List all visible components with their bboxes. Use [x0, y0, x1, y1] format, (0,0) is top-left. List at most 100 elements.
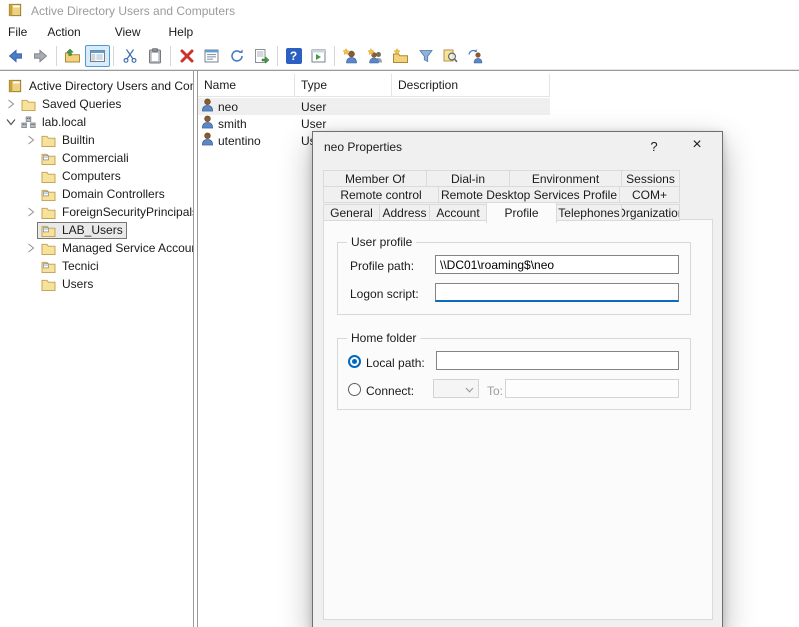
tree-item-label: Tecnici	[61, 259, 100, 273]
delete-icon[interactable]	[174, 45, 199, 67]
logon-script-input[interactable]	[435, 283, 679, 302]
dialog-tabs: Member Of Dial-in Environment Sessions R…	[323, 170, 681, 221]
chevron-right-icon[interactable]	[4, 98, 17, 111]
cut-icon[interactable]	[117, 45, 142, 67]
forward-icon[interactable]	[28, 45, 53, 67]
column-header-name[interactable]: Name	[198, 74, 295, 97]
tree-item-label: ForeignSecurityPrincipals	[61, 205, 194, 219]
list-cell-name: utentino	[218, 134, 261, 148]
tab-com-plus[interactable]: COM+	[619, 186, 680, 203]
user-icon	[201, 132, 214, 149]
chevron-right-icon[interactable]	[24, 134, 37, 147]
user-profile-groupbox: User profile Profile path: Logon script:	[337, 242, 691, 315]
close-icon[interactable]: ×	[687, 136, 707, 154]
paste-icon[interactable]	[142, 45, 167, 67]
menu-view[interactable]: View	[105, 23, 151, 41]
tree-item-label: Saved Queries	[41, 97, 122, 111]
connect-label: Connect:	[366, 384, 414, 398]
folder-icon	[40, 241, 56, 255]
toolbar-separator	[170, 46, 171, 66]
dialog-help-button[interactable]: ?	[645, 139, 663, 154]
connect-radio[interactable]	[348, 383, 361, 396]
tree-item-root[interactable]: Active Directory Users and Computers	[0, 77, 193, 95]
window-title: Active Directory Users and Computers	[31, 4, 235, 18]
tree-item-label: Domain Controllers	[61, 187, 166, 201]
new-window-icon[interactable]	[306, 45, 331, 67]
tab-address[interactable]: Address	[379, 204, 430, 221]
console-tree-pane: Active Directory Users and Computers Sav…	[0, 71, 194, 627]
tab-remote-desktop-services-profile[interactable]: Remote Desktop Services Profile	[438, 186, 620, 203]
tab-member-of[interactable]: Member Of	[323, 170, 427, 187]
refresh-icon[interactable]	[224, 45, 249, 67]
tree-item-lab-users[interactable]: LAB_Users	[0, 221, 193, 239]
tree-item-commerciali[interactable]: Commerciali	[0, 149, 193, 167]
folder-icon	[40, 133, 56, 147]
tree-item-domain[interactable]: lab.local	[0, 113, 193, 131]
chevron-down-icon[interactable]	[4, 116, 17, 129]
tree-item-foreign-security-principals[interactable]: ForeignSecurityPrincipals	[0, 203, 193, 221]
tree-item-domain-controllers[interactable]: Domain Controllers	[0, 185, 193, 203]
profile-path-input[interactable]	[435, 255, 679, 274]
tab-account[interactable]: Account	[429, 204, 487, 221]
profile-path-label: Profile path:	[350, 259, 414, 273]
list-cell-name: smith	[218, 117, 247, 131]
list-cell-type: User	[295, 100, 392, 114]
drive-letter-dropdown[interactable]	[433, 379, 479, 398]
folder-icon	[20, 97, 36, 111]
list-row-smith[interactable]: smith User	[198, 115, 550, 132]
tab-row-2: Remote control Remote Desktop Services P…	[323, 186, 681, 203]
tree-item-managed-service-accounts[interactable]: Managed Service Accounts	[0, 239, 193, 257]
folder-icon	[40, 169, 56, 183]
tree-item-tecnici[interactable]: Tecnici	[0, 257, 193, 275]
filter-icon[interactable]	[413, 45, 438, 67]
ou-icon	[40, 259, 56, 273]
back-icon[interactable]	[3, 45, 28, 67]
tree-item-label: Managed Service Accounts	[61, 241, 194, 255]
tree-item-label: LAB_Users	[61, 223, 124, 237]
menu-help[interactable]: Help	[159, 23, 204, 41]
tab-organization[interactable]: Organization	[621, 204, 680, 221]
menu-file[interactable]: File	[0, 23, 37, 41]
tab-telephones[interactable]: Telephones	[556, 204, 622, 221]
column-header-type[interactable]: Type	[295, 74, 392, 97]
new-user-icon[interactable]	[338, 45, 363, 67]
properties-icon[interactable]	[199, 45, 224, 67]
local-path-input[interactable]	[436, 351, 679, 370]
connect-to-input[interactable]	[505, 379, 679, 398]
list-row-neo[interactable]: neo User	[198, 98, 550, 115]
tab-sessions[interactable]: Sessions	[621, 170, 680, 187]
toolbar	[0, 42, 799, 70]
tab-general[interactable]: General	[323, 204, 380, 221]
column-header-description[interactable]: Description	[392, 74, 550, 97]
home-folder-legend: Home folder	[347, 331, 420, 345]
tab-profile[interactable]: Profile	[486, 202, 557, 223]
app-icon	[8, 3, 22, 20]
tree-item-builtin[interactable]: Builtin	[0, 131, 193, 149]
help-icon[interactable]	[281, 45, 306, 67]
folder-icon	[40, 277, 56, 291]
tree-item-users[interactable]: Users	[0, 275, 193, 293]
new-ou-icon[interactable]	[388, 45, 413, 67]
home-folder-groupbox: Home folder Local path: Connect: To:	[337, 338, 691, 410]
menu-action[interactable]: Action	[37, 23, 90, 41]
chevron-down-icon	[465, 382, 474, 396]
tab-dial-in[interactable]: Dial-in	[426, 170, 510, 187]
tab-environment[interactable]: Environment	[509, 170, 622, 187]
chevron-right-icon[interactable]	[24, 206, 37, 219]
new-group-icon[interactable]	[363, 45, 388, 67]
chevron-right-icon[interactable]	[24, 242, 37, 255]
ou-icon	[40, 187, 56, 201]
show-console-tree-icon[interactable]	[85, 45, 110, 67]
tab-remote-control[interactable]: Remote control	[323, 186, 439, 203]
tree-item-computers[interactable]: Computers	[0, 167, 193, 185]
find-icon[interactable]	[438, 45, 463, 67]
logon-script-label: Logon script:	[350, 287, 419, 301]
tree-item-saved-queries[interactable]: Saved Queries	[0, 95, 193, 113]
export-list-icon[interactable]	[249, 45, 274, 67]
parent-folder-icon[interactable]	[60, 45, 85, 67]
list-cell-type: User	[295, 117, 392, 131]
ou-icon	[40, 151, 56, 165]
user-icon	[201, 98, 214, 115]
delegate-icon[interactable]	[463, 45, 488, 67]
local-path-radio[interactable]	[348, 355, 361, 368]
